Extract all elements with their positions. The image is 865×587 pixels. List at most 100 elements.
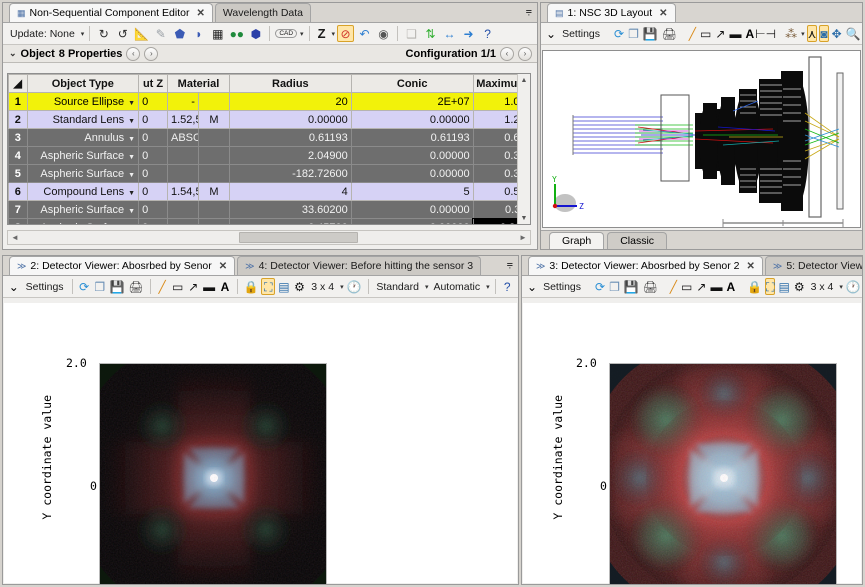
cell-material-model[interactable] bbox=[197, 128, 230, 147]
resize-icon[interactable]: ↔ bbox=[441, 25, 458, 42]
tab-detector-viewer-4[interactable]: ≫ 4: Detector Viewer: Before hitting the… bbox=[237, 256, 482, 275]
next-object-button[interactable]: › bbox=[144, 46, 159, 61]
cell-radius[interactable]: 4 bbox=[228, 182, 352, 201]
cell-material[interactable] bbox=[167, 146, 199, 165]
scroll-thumb[interactable] bbox=[239, 232, 358, 243]
cell-material-model[interactable] bbox=[197, 200, 230, 219]
settings-button[interactable]: Settings bbox=[559, 28, 603, 40]
color-icon[interactable]: ⁂ bbox=[784, 25, 798, 42]
help-icon[interactable]: ? bbox=[479, 25, 496, 42]
config-icon[interactable]: ⚙ bbox=[793, 278, 806, 295]
save-icon[interactable]: 💾 bbox=[109, 278, 126, 295]
scale-dropdown[interactable]: Standard bbox=[373, 281, 422, 293]
cell-material-model[interactable] bbox=[197, 146, 230, 165]
blank-page-icon[interactable]: ❑ bbox=[403, 25, 420, 42]
cell-material[interactable] bbox=[167, 218, 199, 224]
toggle-icon[interactable]: ◉ bbox=[375, 25, 392, 42]
tab-detector-viewer-5[interactable]: ≫ 5: Detector Viewer: Before hitting bbox=[764, 256, 862, 275]
table-row[interactable]: 5 Aspheric Surface ▼ 0 -182.72600 0.00000… bbox=[8, 164, 530, 183]
chevron-down-icon[interactable]: ▾ bbox=[801, 30, 805, 38]
zoom-icon[interactable]: 🔍 bbox=[845, 25, 862, 42]
cell-material[interactable]: ABSORB bbox=[167, 128, 199, 147]
table-row[interactable]: 8 Aspheric Surface▼ 0 6.45700 0.00000 0.… bbox=[8, 217, 530, 224]
cell-material[interactable] bbox=[167, 200, 199, 219]
pan-icon[interactable]: ✥ bbox=[831, 25, 843, 42]
grid-size-dropdown[interactable]: 3 x 4 bbox=[308, 281, 337, 293]
cell-radius[interactable]: 6.45700 bbox=[228, 218, 352, 224]
cell-conic[interactable]: 2E+07 bbox=[350, 92, 474, 111]
layers-icon[interactable]: ▤ bbox=[277, 278, 291, 295]
settings-button[interactable]: Settings bbox=[23, 281, 67, 293]
text-annotation-icon[interactable]: A bbox=[725, 278, 736, 295]
close-icon[interactable]: ✕ bbox=[747, 261, 755, 272]
object-cut-icon[interactable]: ◗ bbox=[190, 25, 207, 42]
row-index[interactable]: 4 bbox=[8, 146, 28, 165]
lock-icon[interactable]: 🔒 bbox=[746, 278, 763, 295]
arrow-icon[interactable]: ↗ bbox=[187, 278, 201, 295]
cell-conic[interactable]: 0.00000 bbox=[350, 218, 474, 224]
cell-material-model[interactable] bbox=[197, 218, 230, 224]
scroll-down-icon[interactable]: ▼ bbox=[518, 212, 530, 224]
cell-radius[interactable]: 2.04900 bbox=[228, 146, 352, 165]
nsce-table-wrapper[interactable]: ◢ Object Type ut Z Material Radius Conic… bbox=[7, 73, 531, 225]
ray-database-icon[interactable]: ✎ bbox=[152, 25, 169, 42]
layout3d-render[interactable]: Y Z bbox=[542, 50, 861, 228]
chevron-down-icon[interactable]: ▾ bbox=[332, 30, 336, 38]
cell-radius[interactable]: 20 bbox=[228, 92, 352, 111]
polygon-icon[interactable]: ⬢ bbox=[247, 25, 264, 42]
cell-object-type[interactable]: Aspheric Surface▼ bbox=[26, 218, 140, 224]
scroll-up-icon[interactable]: ▲ bbox=[518, 74, 530, 86]
chevron-down-icon[interactable]: ▼ bbox=[128, 136, 135, 143]
thick-line-icon[interactable]: ▬ bbox=[709, 278, 723, 295]
scroll-right-icon[interactable]: ► bbox=[516, 233, 530, 242]
rotate-icon[interactable]: ↶ bbox=[356, 25, 373, 42]
object-solid-icon[interactable]: ⬟ bbox=[171, 25, 188, 42]
column-header-object-type[interactable]: Object Type bbox=[26, 74, 140, 93]
scroll-left-icon[interactable]: ◄ bbox=[8, 233, 22, 242]
detector-right-plot[interactable]: Y coordinate value 2.0 0 -2.0 bbox=[523, 303, 861, 584]
close-icon[interactable]: ✕ bbox=[659, 8, 667, 19]
thick-line-icon[interactable]: ▬ bbox=[728, 25, 742, 42]
cell-material-model[interactable] bbox=[197, 164, 230, 183]
arrow-right-icon[interactable]: ➜ bbox=[460, 25, 477, 42]
measure-icon[interactable]: ⊢⊣ bbox=[755, 25, 776, 42]
tab-nsc-3d-layout[interactable]: ▤ 1: NSC 3D Layout ✕ bbox=[547, 3, 676, 22]
close-icon[interactable]: ✕ bbox=[219, 261, 227, 272]
array-icon[interactable]: ▦ bbox=[209, 25, 226, 42]
column-header-cut-z[interactable]: ut Z bbox=[138, 74, 168, 93]
no-entry-icon[interactable]: ⊘ bbox=[337, 25, 355, 42]
settings-expand-icon[interactable]: ⌄ bbox=[526, 278, 538, 295]
table-row[interactable]: 2 Standard Lens▼ 0 1.52,54.5 M 0.00000 0… bbox=[8, 110, 530, 129]
cell-conic[interactable]: 0.00000 bbox=[350, 146, 474, 165]
cell-radius[interactable]: 33.60200 bbox=[228, 200, 352, 219]
refresh-icon[interactable]: ⟳ bbox=[77, 278, 91, 295]
fullscreen-icon[interactable]: ⛶ bbox=[765, 278, 776, 295]
cell-object-type[interactable]: Aspheric Surface▼ bbox=[26, 146, 140, 165]
close-icon[interactable]: ✕ bbox=[196, 8, 204, 19]
copy-icon[interactable]: ❐ bbox=[608, 278, 621, 295]
prev-config-button[interactable]: ‹ bbox=[500, 46, 514, 61]
cell-material[interactable]: 1.52,54.5 bbox=[167, 110, 199, 129]
row-index[interactable]: 2 bbox=[8, 110, 28, 129]
lock-icon[interactable]: 🔒 bbox=[243, 278, 260, 295]
tab-detector-viewer-3[interactable]: ≫ 3: Detector Viewer: Abosrbed by Senor … bbox=[528, 256, 763, 275]
chevron-down-icon[interactable]: ⌄ bbox=[9, 48, 17, 59]
chevron-down-icon[interactable]: ▾ bbox=[839, 283, 843, 291]
next-config-button[interactable]: › bbox=[518, 46, 532, 61]
pin-icon[interactable]: ⩦ bbox=[526, 6, 532, 17]
line-icon[interactable]: ╱ bbox=[155, 278, 169, 295]
text-annotation-icon[interactable]: A bbox=[218, 278, 232, 295]
settings-expand-icon[interactable]: ⌄ bbox=[7, 278, 21, 295]
settings-button[interactable]: Settings bbox=[540, 281, 584, 293]
update-icon[interactable]: ↻ bbox=[95, 25, 112, 42]
ray-trace-icon[interactable]: 📐 bbox=[133, 25, 150, 42]
row-index[interactable]: 8 bbox=[8, 218, 28, 224]
cell-object-type[interactable]: Standard Lens ▼ bbox=[26, 110, 140, 129]
rectangle-icon[interactable]: ▭ bbox=[171, 278, 185, 295]
tab-non-sequential-component-editor[interactable]: ▦ Non-Sequential Component Editor ✕ bbox=[9, 3, 213, 22]
cell-cut-z[interactable]: 0 bbox=[138, 200, 168, 219]
cad-export-icon[interactable]: CAD bbox=[275, 29, 298, 38]
cell-object-type[interactable]: Compound Lens ▼ bbox=[26, 182, 140, 201]
row-index[interactable]: 5 bbox=[8, 164, 28, 183]
chevron-down-icon[interactable]: ▼ bbox=[128, 172, 135, 179]
